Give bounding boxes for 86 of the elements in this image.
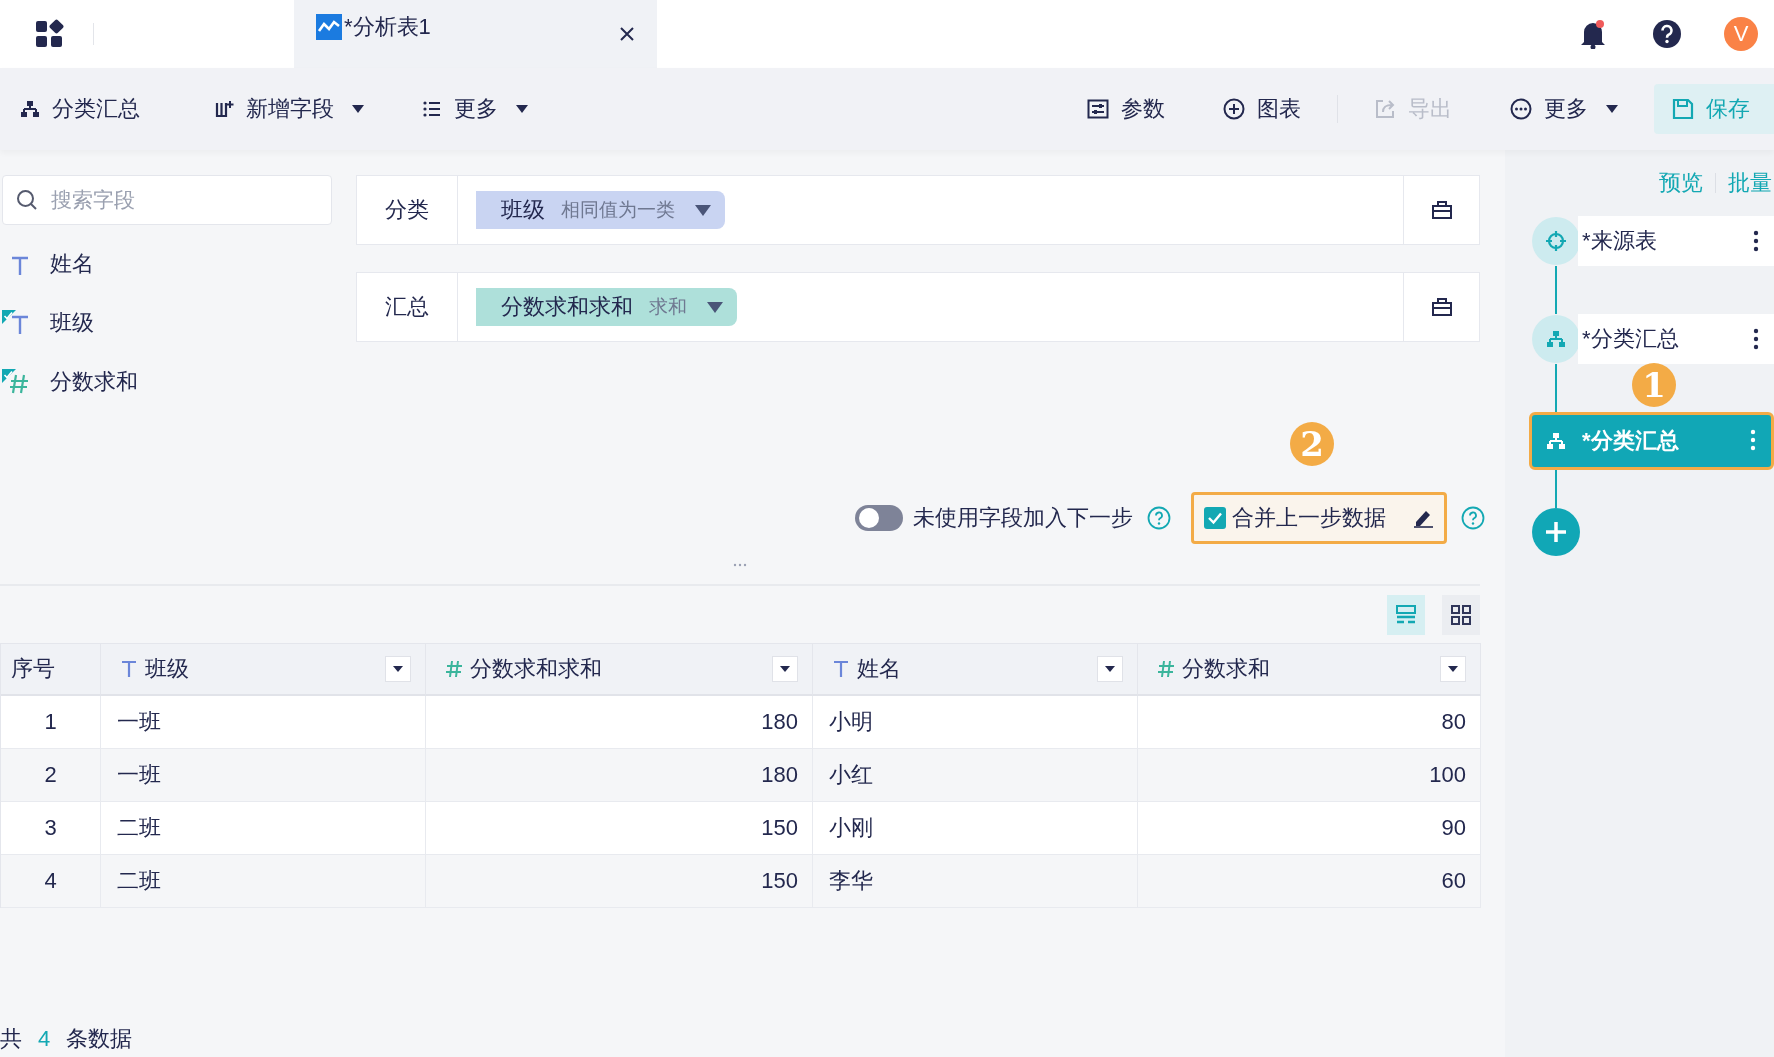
sliders-icon — [1087, 99, 1109, 119]
caret-icon — [695, 204, 711, 216]
toolbar-button[interactable]: 分类汇总 — [0, 94, 162, 124]
table-cell: 90 — [1138, 802, 1481, 855]
toolbar-button[interactable]: 更多 — [400, 94, 550, 124]
annotation-badge: 1 — [1632, 363, 1676, 407]
table-cell: 小红 — [813, 749, 1138, 802]
caret-icon[interactable] — [385, 656, 411, 682]
bell-icon[interactable] — [1580, 19, 1606, 49]
save-icon — [1672, 98, 1694, 120]
list-view-icon — [1395, 603, 1417, 626]
caret-icon[interactable] — [1097, 656, 1123, 682]
number-type-icon — [444, 659, 464, 679]
toolbar-button[interactable]: 参数 — [1065, 94, 1187, 124]
table-cell: 150 — [426, 802, 813, 855]
apps-icon[interactable] — [35, 19, 65, 49]
help-icon[interactable] — [1652, 19, 1682, 49]
toolbox-icon[interactable] — [1430, 200, 1453, 220]
table-cell: 小刚 — [813, 802, 1138, 855]
table-cell: 1 — [1, 696, 101, 749]
table-cell: 180 — [426, 749, 813, 802]
caret-icon[interactable] — [772, 656, 798, 682]
caret-icon — [707, 301, 723, 313]
field-item[interactable]: 姓名 — [2, 234, 356, 293]
annotation-badge: 2 — [1290, 422, 1334, 466]
kebab-menu-icon[interactable] — [1753, 230, 1759, 252]
field-item[interactable]: 分数求和 — [2, 352, 356, 411]
column-header[interactable]: 姓名 — [813, 644, 1138, 696]
config-label: 汇总 — [357, 273, 458, 341]
toolbar-button[interactable]: 更多 — [1488, 94, 1640, 124]
hierarchy-icon — [1546, 329, 1566, 349]
table-cell: 3 — [1, 802, 101, 855]
config-label: 分类 — [357, 176, 458, 244]
column-header[interactable]: 班级 — [101, 644, 426, 696]
table-cell: 100 — [1138, 749, 1481, 802]
add-step-button[interactable] — [1532, 508, 1580, 556]
table-cell: 80 — [1138, 696, 1481, 749]
table-cell: 李华 — [813, 855, 1138, 908]
toggle-label: 未使用字段加入下一步 — [913, 504, 1133, 532]
chart-icon — [316, 14, 342, 40]
text-type-icon — [831, 659, 851, 679]
grid-view-button[interactable] — [1442, 594, 1480, 635]
field-chip[interactable]: 分数求和求和 求和 — [476, 288, 737, 326]
hierarchy-icon — [1546, 431, 1566, 451]
table-cell: 二班 — [101, 802, 426, 855]
hierarchy-icon — [20, 99, 40, 119]
text-type-icon — [119, 659, 139, 679]
search-field[interactable]: 搜索字段 — [2, 175, 332, 225]
edit-icon[interactable] — [1412, 508, 1434, 528]
close-icon[interactable] — [619, 26, 635, 42]
document-tab[interactable]: *分析表1 — [294, 0, 657, 68]
footer-text: 条数据 — [66, 1025, 133, 1053]
number-type-icon — [1156, 659, 1176, 679]
plus-circle-icon — [1223, 98, 1245, 120]
list-icon — [422, 99, 442, 119]
table-cell: 2 — [1, 749, 101, 802]
field-chip[interactable]: 班级 相同值为一类 — [476, 191, 725, 229]
table-cell: 4 — [1, 855, 101, 908]
table-cell: 60 — [1138, 855, 1481, 908]
table-cell: 一班 — [101, 696, 426, 749]
crosshair-icon — [1545, 230, 1567, 252]
export-icon — [1374, 98, 1396, 120]
column-header[interactable]: 分数求和求和 — [426, 644, 813, 696]
kebab-menu-icon[interactable] — [1753, 328, 1759, 350]
footer-text: 共 — [0, 1025, 22, 1053]
caret-icon[interactable] — [1440, 656, 1466, 682]
column-header[interactable]: 分数求和 — [1138, 644, 1481, 696]
column-header[interactable]: 序号 — [1, 644, 101, 696]
field-item[interactable]: 班级 — [2, 293, 356, 352]
resize-handle-icon[interactable] — [733, 563, 747, 567]
checkbox[interactable] — [1204, 507, 1226, 529]
toolbar-button[interactable]: 图表 — [1201, 94, 1323, 124]
row-count: 4 — [38, 1026, 51, 1052]
toolbar-button[interactable]: 新增字段 — [192, 94, 386, 124]
table-cell: 150 — [426, 855, 813, 908]
table-cell: 小明 — [813, 696, 1138, 749]
search-icon — [16, 189, 38, 211]
grid-view-icon — [1450, 603, 1472, 626]
add-column-icon — [214, 99, 234, 119]
more-icon — [1510, 98, 1532, 120]
table-cell: 一班 — [101, 749, 426, 802]
list-view-button[interactable] — [1387, 594, 1425, 635]
table-cell: 二班 — [101, 855, 426, 908]
table-cell: 180 — [426, 696, 813, 749]
toolbox-icon[interactable] — [1430, 297, 1453, 317]
toggle-switch[interactable] — [855, 505, 903, 531]
